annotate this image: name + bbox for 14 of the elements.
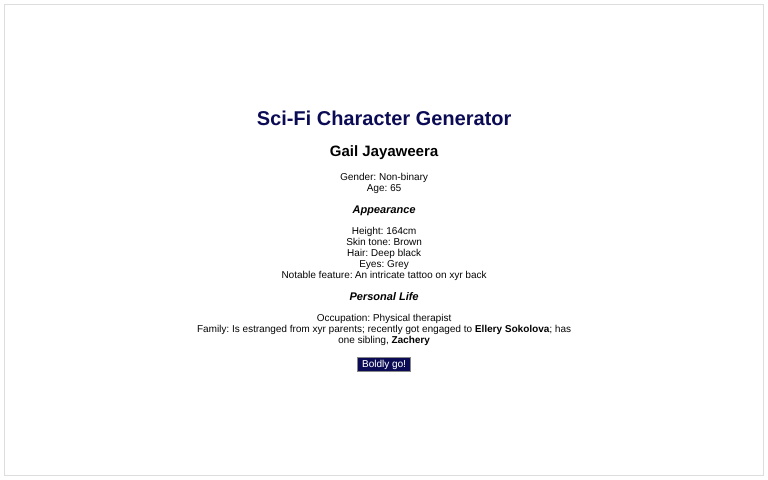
detail-text: Age: 65 xyxy=(366,183,402,194)
detail-text: Occupation: Physical therapist xyxy=(316,313,452,324)
detail-text: Notable feature: An intricate tattoo on xyr back xyxy=(281,270,487,281)
character-name: Gail Jayaweera xyxy=(330,143,438,160)
detail-text: Height: 164cm xyxy=(350,226,418,237)
detail-text: Family: Is estranged from xyr parents; recently got engaged to Ellery Sokolova; has one sibling, Zachery xyxy=(196,324,572,346)
section-heading: Personal Life xyxy=(349,291,419,303)
generate-button[interactable]: Boldly go! xyxy=(357,357,411,372)
detail-text: Hair: Deep black xyxy=(346,248,422,259)
detail-text: Gender: Non-binary xyxy=(340,172,428,183)
detail-text: Eyes: Grey xyxy=(358,259,410,270)
section-heading: Appearance xyxy=(352,204,416,216)
detail-text: Skin tone: Brown xyxy=(345,237,423,248)
page-title: Sci-Fi Character Generator xyxy=(256,108,512,131)
